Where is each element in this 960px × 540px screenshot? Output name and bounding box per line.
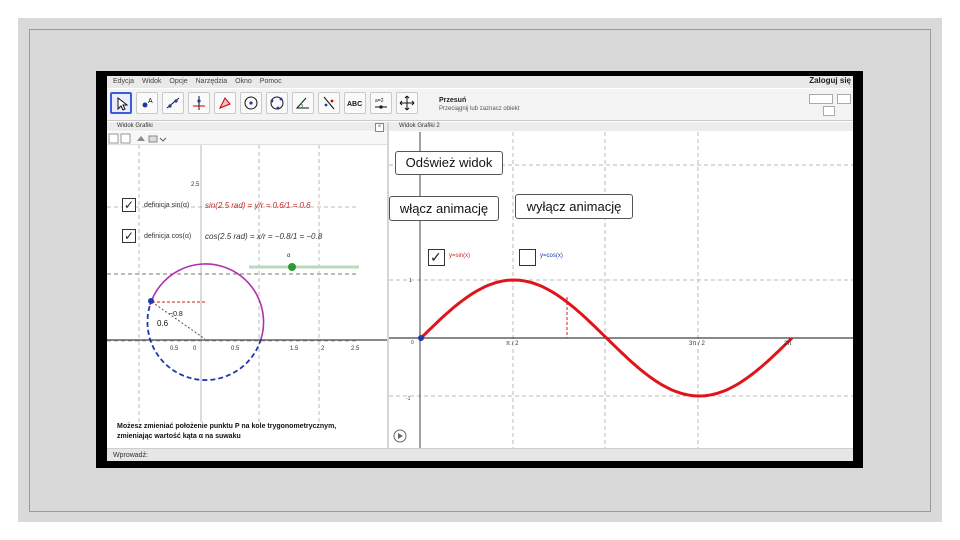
view1-title: Widok Grafiki [117,123,153,129]
x-tick-label: 3π / 2 [689,341,705,347]
menu-item-view[interactable]: Widok [142,76,161,88]
view1-title-bar: Widok Grafiki [107,122,387,131]
geogebra-window: Edycja Widok Opcje Narzędzia Okno Pomoc … [107,76,853,461]
sin-formula: sin(2.5 rad) = y/r = 0.6/1 = 0.6 [205,201,311,210]
point-p[interactable] [148,298,154,304]
circle-three-points-icon [270,96,284,110]
menu-bar: Edycja Widok Opcje Narzędzia Okno Pomoc … [107,76,853,88]
checkbox-sin-label: definicja sin(α) [144,202,190,209]
slider-tool-button[interactable]: a=2 [370,92,392,114]
view2-title-bar: Widok Grafiki 2 [389,122,853,131]
y-tick-label: 1 [409,278,412,284]
point-icon: A [142,98,153,108]
style-bar-icons [108,133,167,144]
refresh-view-button[interactable]: Odśwież widok [395,151,503,175]
conic-tool-button[interactable] [266,92,288,114]
reflect-icon [323,96,335,110]
close-icon[interactable]: × [375,123,384,132]
checkbox-cos-definition[interactable]: ✓ [122,229,136,243]
x-tick-label: 2.5 [351,346,360,352]
circle-icon [244,96,258,110]
slider-label: α [287,253,291,259]
move-view-icon [399,95,415,111]
svg-text:ABC: ABC [347,101,362,108]
line-tool-button[interactable] [162,92,184,114]
reflect-tool-button[interactable] [318,92,340,114]
svg-text:a=2: a=2 [375,98,384,104]
graphics-view-1[interactable]: 0.6 −0.8 2.5 0.5 0 0.5 1.5 2 2.5 α [107,145,387,422]
x-tick-label: 0 [193,346,197,352]
checkbox-cos-label: definicja cos(α) [144,233,192,240]
x-tick-label: 1.5 [290,346,299,352]
checkbox-sinx-label: y=sin(x) [449,253,471,259]
view2-title: Widok Grafiki 2 [399,123,440,129]
polygon-icon [218,97,231,109]
menu-item-window[interactable]: Okno [235,76,252,88]
checkbox-cosx[interactable] [519,249,536,266]
x-tick-label: π / 2 [506,341,519,347]
hint-text: Możesz zmieniać położenie punktu P na ko… [117,423,337,440]
y-tick-label: 0 [411,340,414,346]
menu-item-options[interactable]: Opcje [169,76,187,88]
menu-item-tools[interactable]: Narzędzia [196,76,228,88]
checkmark-icon: ✓ [124,198,135,212]
checkbox-sinx[interactable]: ✓ [428,249,445,266]
redo-icon[interactable] [823,106,835,116]
arrow-cursor-icon [117,96,129,111]
start-animation-button[interactable]: włącz animację [389,196,499,221]
view1-style-bar [107,132,387,145]
x-tick-label: 2 [321,346,325,352]
move-view-tool-button[interactable] [396,92,418,114]
login-button[interactable]: Zaloguj się [809,76,851,86]
settings-icon[interactable] [837,94,851,104]
unit-circle-dashed-arc [146,304,262,381]
y-tick-label: -1 [406,396,411,402]
text-tool-button[interactable]: ABC [344,92,366,114]
polygon-tool-button[interactable] [214,92,236,114]
move-tool-button[interactable] [110,92,132,114]
angle-slider-handle[interactable] [288,263,296,271]
checkbox-cosx-label: y=cos(x) [540,253,563,259]
active-tool-help: Przeciągnij lub zaznacz obiekt [439,106,520,112]
menu-item-edit[interactable]: Edycja [113,76,134,88]
checkmark-icon: ✓ [124,229,135,243]
x-tick-label: 0.5 [231,346,240,352]
toolbar: A ABC a=2 Przesuń Przeciągnij lub zaznac… [107,89,853,121]
perpendicular-line-icon [193,96,205,110]
text-icon: ABC [347,101,362,108]
cos-formula: cos(2.5 rad) = x/r = −0.8/1 = −0.8 [205,232,323,241]
origin-point [418,335,424,341]
undo-icon[interactable] [809,94,833,104]
checkbox-sin-definition[interactable]: ✓ [122,198,136,212]
menu-item-help[interactable]: Pomoc [260,76,282,88]
svg-text:A: A [148,98,153,105]
point-label-y: 0.6 [157,319,169,328]
angle-tool-button[interactable] [292,92,314,114]
x-tick-labels: 0.5 0 0.5 1.5 2 2.5 [170,346,360,352]
point-tool-button[interactable]: A [136,92,158,114]
y-tick-label: 2.5 [191,182,200,188]
point-label-x: −0.8 [169,311,183,318]
line-icon [166,97,180,109]
angle-icon [295,97,309,109]
input-bar-label: Wprowadź: [113,452,149,459]
active-tool-title: Przesuń [439,97,467,104]
graphics-view-2[interactable]: 1 0 -1 2 π / 2 3π / 2 2π [389,132,853,448]
checkmark-icon: ✓ [430,249,442,265]
home-icon [137,136,145,141]
circle-tool-button[interactable] [240,92,262,114]
stop-animation-button[interactable]: wyłącz animację [515,194,633,219]
x-tick-label: 0.5 [170,346,179,352]
x-tick-label: 2π [784,341,791,347]
perpendicular-tool-button[interactable] [188,92,210,114]
slider-icon: a=2 [375,98,387,109]
input-bar[interactable]: Wprowadź: [107,448,853,461]
